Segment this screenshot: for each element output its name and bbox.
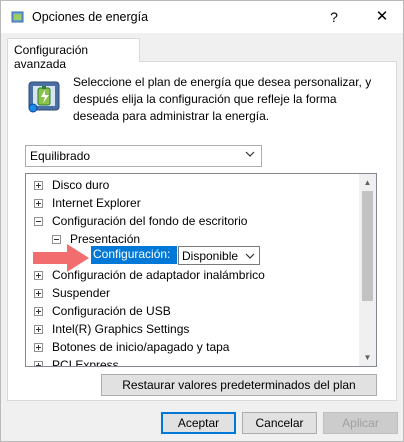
expand-icon[interactable] bbox=[34, 307, 43, 316]
restore-defaults-button[interactable]: Restaurar valores predeterminados del pl… bbox=[101, 374, 377, 396]
tree-item-label: Configuración del fondo de escritorio bbox=[52, 214, 248, 228]
expand-icon[interactable] bbox=[34, 289, 43, 298]
pointer-arrow-icon bbox=[33, 244, 89, 272]
title-bar: Opciones de energía ? ✕ bbox=[1, 1, 403, 33]
scroll-down-icon[interactable]: ▼ bbox=[359, 349, 376, 366]
expand-icon[interactable] bbox=[34, 199, 43, 208]
battery-plan-icon bbox=[28, 81, 60, 113]
power-plan-select[interactable]: Equilibrado bbox=[25, 145, 262, 167]
tree-item-label: PCI Express bbox=[52, 358, 119, 367]
setting-value: Disponible bbox=[182, 249, 239, 263]
tree-item-label: Disco duro bbox=[52, 178, 110, 192]
setting-label-selected[interactable]: Configuración: bbox=[91, 246, 177, 264]
power-options-dialog: Opciones de energía ? ✕ Configuración av… bbox=[0, 0, 404, 442]
tree-item-label: Suspender bbox=[52, 286, 111, 300]
description-text: Seleccione el plan de energía que desea … bbox=[73, 75, 372, 123]
expand-icon[interactable] bbox=[34, 343, 43, 352]
setting-value-select[interactable]: Disponible bbox=[178, 246, 260, 265]
close-button[interactable]: ✕ bbox=[369, 5, 395, 29]
apply-button[interactable]: Aplicar bbox=[323, 412, 398, 434]
window-title: Opciones de energía bbox=[32, 10, 149, 24]
tab-advanced-settings[interactable]: Configuración avanzada bbox=[7, 38, 140, 71]
expand-icon[interactable] bbox=[34, 181, 43, 190]
tree-scrollbar[interactable]: ▲ ▼ bbox=[359, 174, 376, 366]
tree-item-label: Intel(R) Graphics Settings bbox=[52, 322, 190, 336]
tree-item-label: Internet Explorer bbox=[52, 196, 141, 210]
chevron-down-icon bbox=[245, 151, 255, 157]
tree-item-label: Configuración de USB bbox=[52, 304, 171, 318]
power-options-icon bbox=[11, 11, 24, 23]
scroll-thumb[interactable] bbox=[362, 191, 373, 301]
expand-icon[interactable] bbox=[34, 325, 43, 334]
tree-item-label: Botones de inicio/apagado y tapa bbox=[52, 340, 230, 354]
accept-button[interactable]: Aceptar bbox=[161, 412, 236, 434]
cancel-button[interactable]: Cancelar bbox=[242, 412, 317, 434]
collapse-icon[interactable] bbox=[34, 217, 43, 226]
chevron-down-icon bbox=[245, 253, 255, 259]
help-button[interactable]: ? bbox=[321, 5, 347, 29]
power-plan-value: Equilibrado bbox=[30, 149, 91, 163]
scroll-up-icon[interactable]: ▲ bbox=[359, 174, 376, 191]
expand-icon[interactable] bbox=[34, 361, 43, 366]
